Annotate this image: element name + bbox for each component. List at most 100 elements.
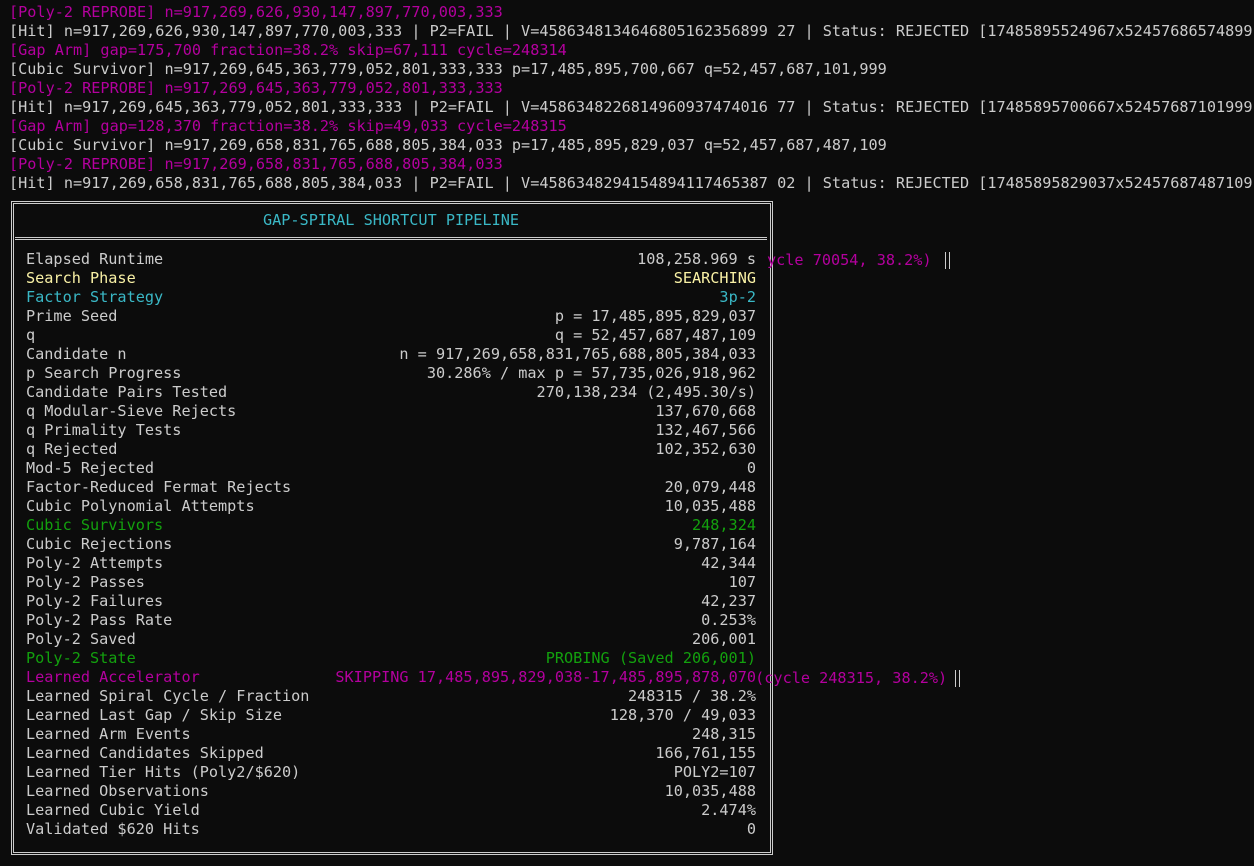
stat-label: p Search Progress bbox=[26, 364, 182, 382]
stat-row: Learned Accelerator SKIPPING 17,485,895,8… bbox=[26, 668, 756, 687]
stat-label: Validated $620 Hits bbox=[26, 820, 200, 838]
log-line: [Gap Arm] gap=175,700 fraction=38.2% ski… bbox=[9, 41, 567, 59]
stat-value: 107 bbox=[728, 573, 756, 591]
stat-label: Prime Seed bbox=[26, 307, 118, 325]
stat-label: Learned Tier Hits (Poly2/$620) bbox=[26, 763, 301, 781]
stat-row: q Rejected 102,352,630 bbox=[26, 440, 756, 459]
stat-row: Learned Observations 10,035,488 bbox=[26, 782, 756, 801]
stat-label: Poly-2 State bbox=[26, 649, 136, 667]
stat-value: 42,237 bbox=[701, 592, 756, 610]
stat-label: Elapsed Runtime bbox=[26, 250, 164, 268]
stat-label: Factor-Reduced Fermat Rejects bbox=[26, 478, 292, 496]
stat-row: q q = 52,457,687,487,109 bbox=[26, 326, 756, 345]
stat-row: Mod-5 Rejected 0 bbox=[26, 459, 756, 478]
stat-value: 108,258.969 s bbox=[637, 250, 756, 268]
cursor-bar bbox=[945, 252, 950, 269]
stat-row: q Primality Tests 132,467,566 bbox=[26, 421, 756, 440]
stat-value: 248,315 bbox=[691, 725, 756, 743]
stat-value: 0.253% bbox=[701, 611, 756, 629]
stat-row: Learned Last Gap / Skip Size 128,370 / 49… bbox=[26, 706, 756, 725]
stat-row: Learned Cubic Yield 2.474% bbox=[26, 801, 756, 820]
stat-value: q = 52,457,687,487,109 bbox=[554, 326, 756, 344]
stat-label: q bbox=[26, 326, 36, 344]
stat-value: SEARCHING bbox=[673, 269, 756, 287]
stat-label: Learned Observations bbox=[26, 782, 209, 800]
cursor-bar bbox=[955, 670, 960, 687]
accelerator-overflow-text: (cycle 248315, 38.2%) bbox=[746, 669, 948, 687]
stat-label: Learned Accelerator bbox=[26, 668, 200, 686]
stat-label: Learned Spiral Cycle / Fraction bbox=[26, 687, 310, 705]
stat-value: 270,138,234 (2,495.30/s) bbox=[536, 383, 756, 401]
log-line: [Hit] n=917,269,626,930,147,897,770,003,… bbox=[9, 22, 1254, 40]
stat-row: Learned Tier Hits (Poly2/$620) POLY2=107 bbox=[26, 763, 756, 782]
stat-row: Cubic Survivors 248,324 bbox=[26, 516, 756, 535]
stat-value: 30.286% / max p = 57,735,026,918,962 bbox=[426, 364, 756, 382]
stat-label: q Modular-Sieve Rejects bbox=[26, 402, 237, 420]
stat-row: Poly-2 State PROBING (Saved 206,001) bbox=[26, 649, 756, 668]
stat-label: Cubic Polynomial Attempts bbox=[26, 497, 255, 515]
stat-label: q Primality Tests bbox=[26, 421, 182, 439]
stat-row: Candidate Pairs Tested 270,138,234 (2,495… bbox=[26, 383, 756, 402]
stat-row: Factor Strategy 3p-2 bbox=[26, 288, 756, 307]
stat-label: Learned Cubic Yield bbox=[26, 801, 200, 819]
log-line: [Gap Arm] gap=128,370 fraction=38.2% ski… bbox=[9, 117, 567, 135]
stat-row: q Modular-Sieve Rejects 137,670,668 bbox=[26, 402, 756, 421]
stat-row: Validated $620 Hits 0 bbox=[26, 820, 756, 839]
stat-label: Mod-5 Rejected bbox=[26, 459, 155, 477]
stat-row: Cubic Rejections 9,787,164 bbox=[26, 535, 756, 554]
stat-value: 102,352,630 bbox=[655, 440, 756, 458]
log-line: [Hit] n=917,269,645,363,779,052,801,333,… bbox=[9, 98, 1254, 116]
stat-label: Poly-2 Pass Rate bbox=[26, 611, 173, 629]
stat-row: Learned Arm Events 248,315 bbox=[26, 725, 756, 744]
log-line: [Cubic Survivor] n=917,269,658,831,765,6… bbox=[9, 136, 887, 154]
stat-label: Poly-2 Passes bbox=[26, 573, 145, 591]
stat-value: PROBING (Saved 206,001) bbox=[545, 649, 756, 667]
log-line: [Poly-2 REPROBE] n=917,269,626,930,147,8… bbox=[9, 3, 503, 21]
stat-value: 166,761,155 bbox=[655, 744, 756, 762]
stat-value: POLY2=107 bbox=[673, 763, 756, 781]
stat-row: Poly-2 Saved 206,001 bbox=[26, 630, 756, 649]
stat-row: Search Phase SEARCHING bbox=[26, 269, 756, 288]
stat-value: 42,344 bbox=[701, 554, 756, 572]
stat-label: Search Phase bbox=[26, 269, 136, 287]
stat-label: Factor Strategy bbox=[26, 288, 164, 306]
stat-row: Elapsed Runtime 108,258.969 s bbox=[26, 250, 756, 269]
stat-value: 2.474% bbox=[701, 801, 756, 819]
stat-label: Cubic Survivors bbox=[26, 516, 164, 534]
stat-label: Poly-2 Saved bbox=[26, 630, 136, 648]
stat-value: 10,035,488 bbox=[664, 782, 756, 800]
runtime-overflow-text: ycle 70054, 38.2%) bbox=[767, 251, 932, 269]
log-line: [Poly-2 REPROBE] n=917,269,645,363,779,0… bbox=[9, 79, 503, 97]
stat-label: Candidate Pairs Tested bbox=[26, 383, 228, 401]
stat-value: 9,787,164 bbox=[673, 535, 756, 553]
stat-label: Learned Arm Events bbox=[26, 725, 191, 743]
stat-value: 206,001 bbox=[691, 630, 756, 648]
stat-label: Poly-2 Failures bbox=[26, 592, 164, 610]
stat-label: Learned Candidates Skipped bbox=[26, 744, 264, 762]
stat-value: n = 917,269,658,831,765,688,805,384,033 bbox=[399, 345, 756, 363]
stat-value: 248315 / 38.2% bbox=[627, 687, 756, 705]
stat-row: Cubic Polynomial Attempts 10,035,488 bbox=[26, 497, 756, 516]
pipeline-panel-title: GAP-SPIRAL SHORTCUT PIPELINE bbox=[262, 211, 520, 229]
stat-label: Learned Last Gap / Skip Size bbox=[26, 706, 283, 724]
stat-value: SKIPPING 17,485,895,829,038-17,485,895,8… bbox=[335, 668, 756, 686]
stat-label: Candidate n bbox=[26, 345, 127, 363]
stat-value: 20,079,448 bbox=[664, 478, 756, 496]
log-line: [Poly-2 REPROBE] n=917,269,658,831,765,6… bbox=[9, 155, 503, 173]
stat-value: p = 17,485,895,829,037 bbox=[554, 307, 756, 325]
stat-row: p Search Progress 30.286% / max p = 57,73… bbox=[26, 364, 756, 383]
log-line: [Hit] n=917,269,658,831,765,688,805,384,… bbox=[9, 174, 1254, 192]
stat-row: Learned Spiral Cycle / Fraction 248315 / … bbox=[26, 687, 756, 706]
stat-value: 248,324 bbox=[691, 516, 756, 534]
stat-label: q Rejected bbox=[26, 440, 118, 458]
log-line: [Cubic Survivor] n=917,269,645,363,779,0… bbox=[9, 60, 887, 78]
stat-label: Cubic Rejections bbox=[26, 535, 173, 553]
stat-value: 10,035,488 bbox=[664, 497, 756, 515]
stat-row: Factor-Reduced Fermat Rejects 20,079,448 bbox=[26, 478, 756, 497]
terminal-log: [Poly-2 REPROBE] n=917,269,626,930,147,8… bbox=[0, 3, 1254, 193]
stat-value: 0 bbox=[746, 459, 756, 477]
stat-value: 0 bbox=[746, 820, 756, 838]
stat-row: Poly-2 Failures 42,237 bbox=[26, 592, 756, 611]
stat-row: Poly-2 Attempts 42,344 bbox=[26, 554, 756, 573]
stat-value: 137,670,668 bbox=[655, 402, 756, 420]
